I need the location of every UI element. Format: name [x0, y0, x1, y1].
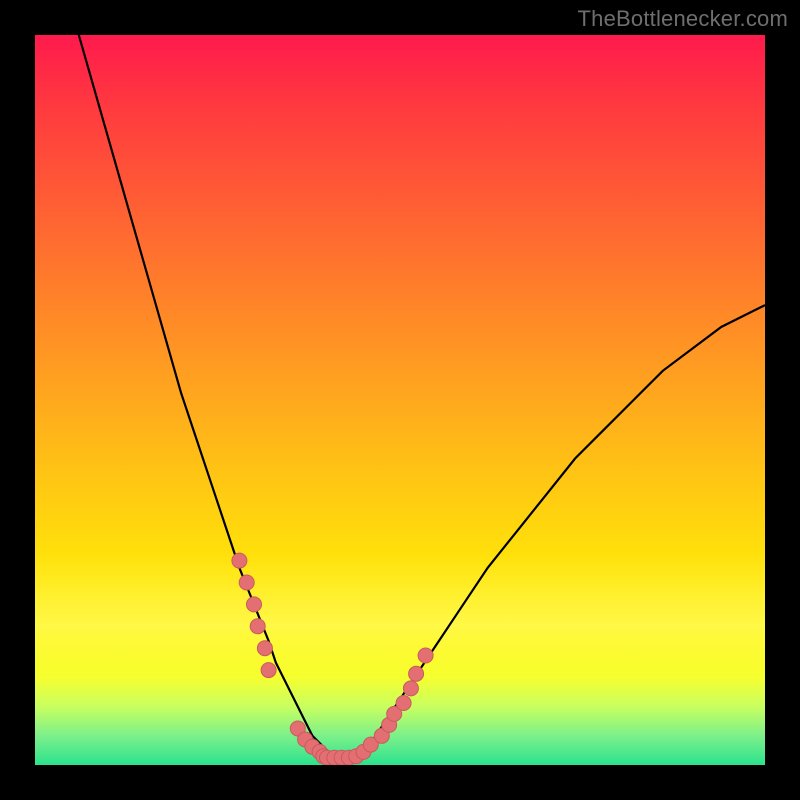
- scatter-dot: [334, 750, 349, 765]
- scatter-dot: [327, 750, 342, 765]
- scatter-dot: [349, 749, 364, 764]
- watermark-label: TheBottlenecker.com: [578, 6, 788, 32]
- scatter-dot: [382, 717, 397, 732]
- scatter-dot: [356, 744, 371, 759]
- scatter-dot: [257, 641, 272, 656]
- scatter-dot: [298, 732, 313, 747]
- scatter-dot: [316, 749, 331, 764]
- scatter-dot: [250, 619, 265, 634]
- highlight-band: [35, 555, 765, 675]
- scatter-dot: [290, 721, 305, 736]
- curve-path: [79, 35, 765, 758]
- chart-frame: TheBottlenecker.com: [0, 0, 800, 800]
- scatter-dot: [305, 739, 320, 754]
- scatter-dot: [363, 737, 378, 752]
- scatter-dot: [247, 597, 262, 612]
- scatter-dot: [418, 648, 433, 663]
- scatter-dot: [396, 696, 411, 711]
- scatter-dot: [409, 666, 424, 681]
- bottleneck-curve: [79, 35, 765, 758]
- scatter-dot: [341, 750, 356, 765]
- scatter-dot: [403, 681, 418, 696]
- scatter-dot: [261, 663, 276, 678]
- plot-area: [35, 35, 765, 765]
- scatter-dot: [312, 744, 327, 759]
- chart-svg: [35, 35, 765, 765]
- scatter-dot: [387, 706, 402, 721]
- scatter-dot: [232, 553, 247, 568]
- scatter-dot: [320, 750, 335, 765]
- scatter-dots: [232, 553, 433, 765]
- scatter-dot: [374, 728, 389, 743]
- scatter-dot: [239, 575, 254, 590]
